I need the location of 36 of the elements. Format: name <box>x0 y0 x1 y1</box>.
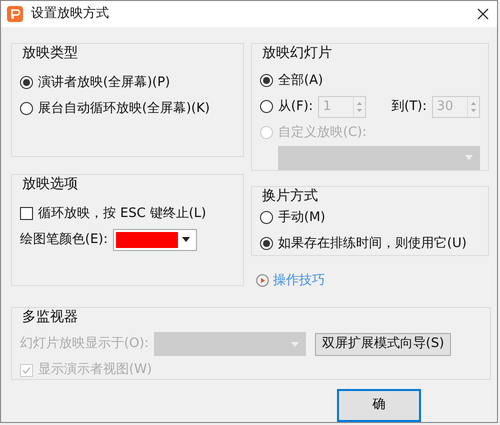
radio-button[interactable] <box>20 76 33 89</box>
caret-icon <box>182 237 190 242</box>
group-title: 放映幻灯片 <box>260 44 334 62</box>
option-label: 展台自动循环放映(全屏幕)(K) <box>38 100 210 118</box>
app-logo-icon <box>7 6 23 22</box>
number-spinner[interactable]: 1 <box>318 96 366 118</box>
checkbox[interactable] <box>20 207 33 220</box>
radio-button[interactable] <box>260 74 273 87</box>
option-label: 从(F): <box>278 98 314 116</box>
radio-button[interactable] <box>260 100 273 113</box>
option-label: 循环放映，按 ESC 键终止(L) <box>38 204 206 223</box>
option-label: 如果存在排练时间，则使用它(U) <box>278 234 467 253</box>
radio-button[interactable] <box>20 102 33 115</box>
option-label: 演讲者放映(全屏幕)(P) <box>38 74 170 92</box>
close-icon[interactable] <box>477 8 489 20</box>
play-icon <box>256 274 269 288</box>
ok-button[interactable]: 确 <box>337 388 421 422</box>
group-title: 放映类型 <box>20 44 80 62</box>
color-picker[interactable] <box>112 228 197 250</box>
option-label: 显示演示者视图(W) <box>38 361 152 380</box>
group-title: 放映选项 <box>20 175 80 193</box>
window-title: 设置放映方式 <box>31 5 110 24</box>
radio-button[interactable] <box>260 237 273 250</box>
group-title: 换片方式 <box>260 187 320 205</box>
option-label: 手动(M) <box>278 208 326 227</box>
field-label: 绘图笔颜色(E): <box>20 230 108 249</box>
caret-icon <box>465 155 473 160</box>
group-title: 多监视器 <box>20 308 80 326</box>
number-spinner[interactable]: 30 <box>432 96 480 118</box>
option-label: 全部(A) <box>278 72 324 90</box>
field-label: 到(T): <box>391 98 427 116</box>
option-label: 自定义放映(C): <box>278 124 367 142</box>
tips-link[interactable]: 操作技巧 <box>273 271 325 290</box>
radio-button[interactable] <box>260 211 273 224</box>
field-label: 幻灯片放映显示于(O): <box>20 335 149 354</box>
caret-icon <box>290 342 299 346</box>
